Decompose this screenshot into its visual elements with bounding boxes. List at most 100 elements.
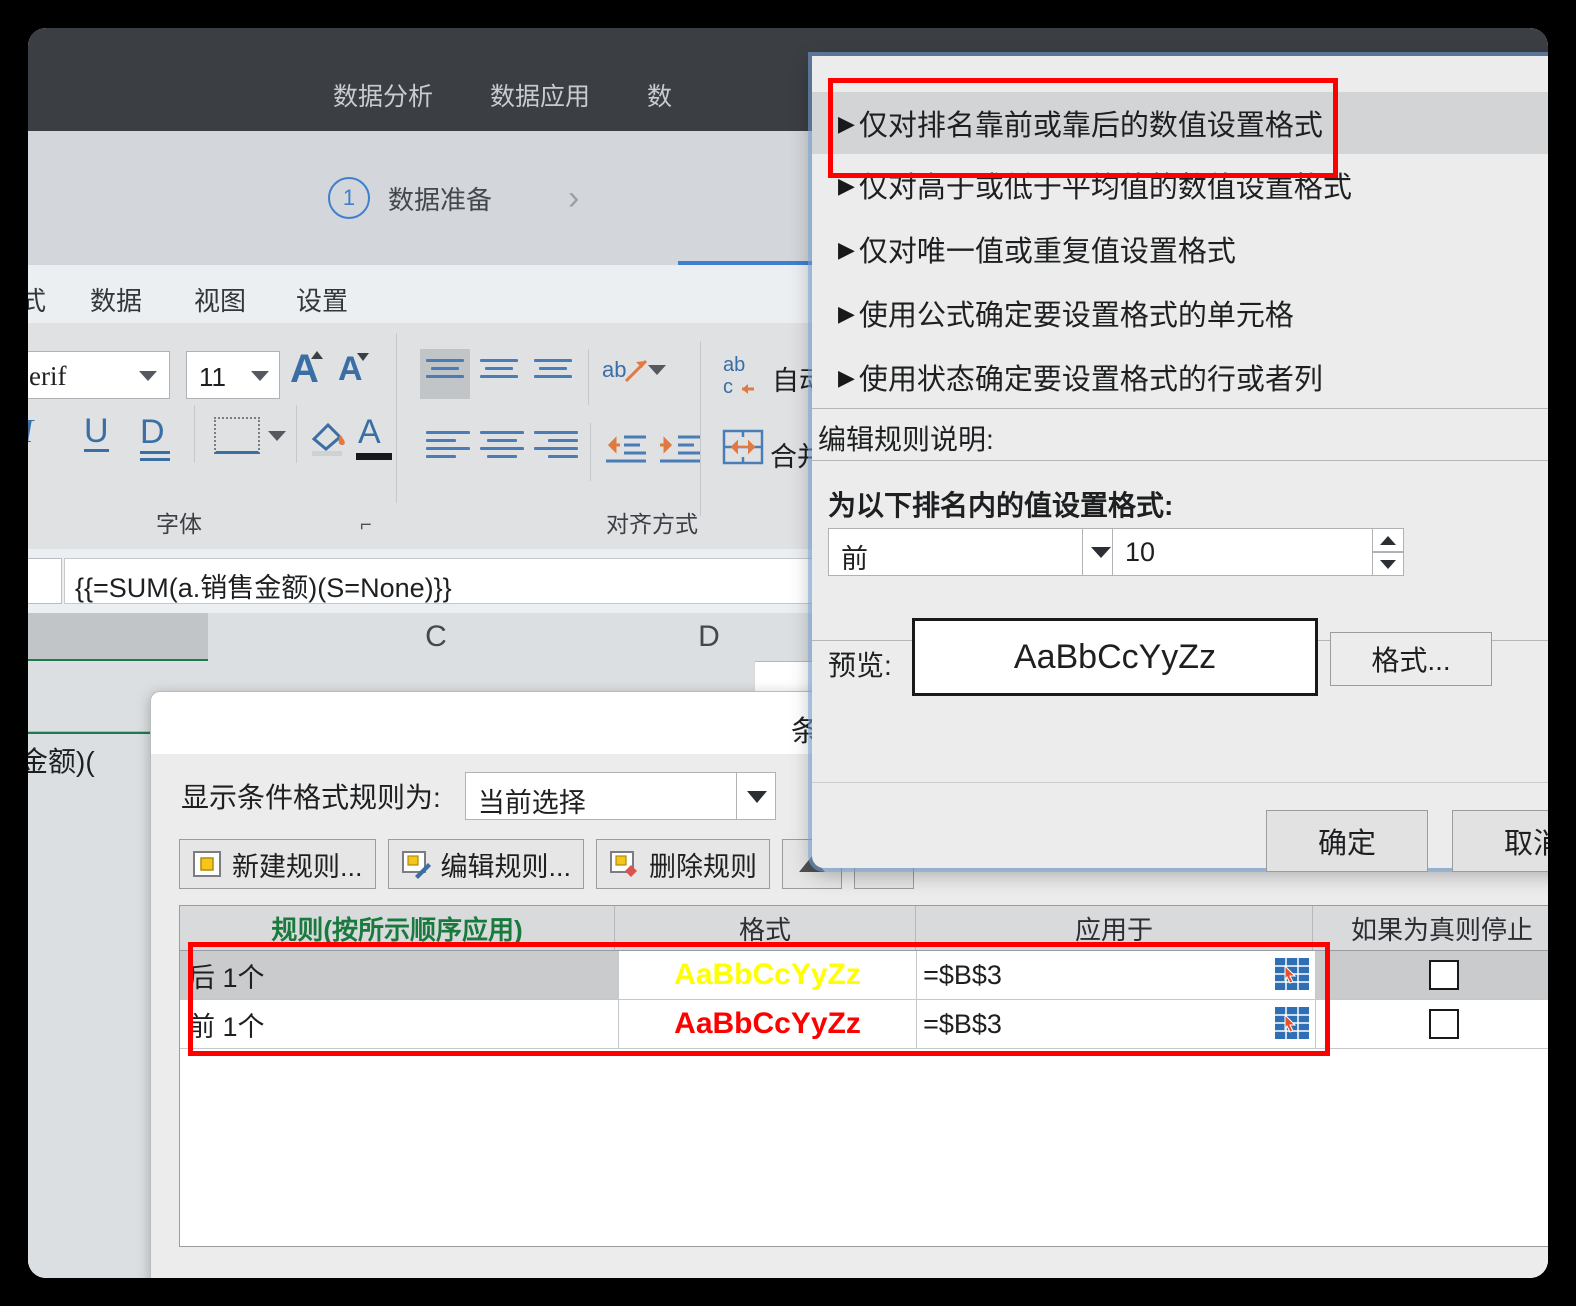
- ribbon-tab-2[interactable]: 视图: [194, 281, 246, 318]
- rule-type-label-4: 使用状态确定要设置格式的行或者列: [858, 364, 1323, 396]
- cell-rule: 前 1个: [180, 1000, 619, 1048]
- cell-stop-if-true[interactable]: [1316, 1000, 1548, 1048]
- rank-direction-select[interactable]: 前: [828, 528, 1120, 576]
- decrease-indent-icon[interactable]: [602, 431, 648, 476]
- wrap-text-icon[interactable]: ab c: [722, 351, 764, 402]
- new-rule-icon: [193, 851, 221, 877]
- merge-cells-icon[interactable]: [722, 427, 764, 472]
- italic-icon[interactable]: I: [28, 413, 33, 451]
- font-color-icon[interactable]: A: [356, 413, 392, 460]
- top-menu-list: 数据分析 数据应用 数: [333, 85, 672, 110]
- edit-formatting-rule-dialog: ▶ 仅对排名靠前或靠后的数值设置格式 ▶ 仅对高于或低于平均值的数值设置格式 ▶…: [812, 56, 1548, 872]
- column-header-C[interactable]: C: [208, 613, 665, 662]
- align-right-button[interactable]: [534, 431, 578, 471]
- ribbon-tab-3[interactable]: 设置: [296, 281, 348, 318]
- font-size-combo[interactable]: 11: [186, 351, 280, 399]
- stop-if-true-checkbox[interactable]: [1429, 1009, 1460, 1039]
- formula-value: {{=SUM(a.销售金额)(S=None)}}: [75, 573, 452, 603]
- cell-applies-to[interactable]: =$B$3: [917, 951, 1317, 999]
- header-format: 格式: [615, 906, 916, 950]
- align-group-label: 对齐方式: [606, 511, 698, 537]
- cell-applies-to[interactable]: =$B$3: [917, 1000, 1317, 1048]
- ribbon-tab-1[interactable]: 数据: [90, 281, 142, 318]
- triangle-right-icon: ▶: [838, 110, 855, 136]
- rule-type-item-3[interactable]: ▶ 使用公式确定要设置格式的单元格: [812, 282, 1548, 344]
- row-header[interactable]: [28, 1010, 159, 1069]
- cell-format-sample: AaBbCcYyZz: [618, 1000, 918, 1048]
- rank-count-spinner[interactable]: 10: [1112, 528, 1404, 576]
- triangle-right-icon: ▶: [838, 172, 855, 198]
- text-orientation-icon[interactable]: ab: [600, 351, 652, 404]
- row-header[interactable]: [28, 836, 159, 895]
- cancel-button[interactable]: 取消: [1452, 810, 1548, 872]
- format-button[interactable]: 格式...: [1330, 632, 1492, 686]
- scope-select[interactable]: 当前选择: [464, 772, 776, 820]
- rule-type-list: ▶ 仅对排名靠前或靠后的数值设置格式 ▶ 仅对高于或低于平均值的数值设置格式 ▶…: [812, 56, 1548, 406]
- row-header[interactable]: [28, 952, 159, 1011]
- increase-indent-icon[interactable]: [656, 431, 702, 476]
- font-dialog-launcher-icon[interactable]: ⌐: [360, 514, 372, 537]
- spinner-down-button[interactable]: [1372, 552, 1404, 576]
- chevron-down-icon[interactable]: [268, 431, 286, 441]
- cell-stop-if-true[interactable]: [1316, 951, 1548, 999]
- applies-to-value: =$B$3: [923, 959, 1002, 990]
- align-left-button[interactable]: [426, 431, 470, 471]
- font-name-value: erif: [29, 361, 67, 391]
- table-row[interactable]: 前 1个 AaBbCcYyZz =$B$3: [180, 1000, 1548, 1049]
- underline-icon[interactable]: U: [84, 413, 109, 452]
- delete-rule-button[interactable]: 删除规则: [596, 839, 771, 889]
- double-underline-icon[interactable]: D: [140, 413, 170, 461]
- align-top-button[interactable]: [426, 359, 470, 399]
- chevron-down-icon: [1091, 546, 1111, 558]
- font-size-value: 11: [199, 362, 226, 392]
- column-header-D[interactable]: D: [664, 613, 755, 662]
- cfmgr-scope-row: 显示条件格式规则为: 当前选择: [181, 772, 776, 820]
- rules-table: 规则(按所示顺序应用) 格式 应用于 如果为真则停止 后 1个 AaBbCcYy…: [179, 905, 1548, 1247]
- align-bottom-button[interactable]: [534, 359, 578, 399]
- edit-rule-button[interactable]: 编辑规则...: [387, 839, 585, 889]
- rule-type-item-2[interactable]: ▶ 仅对唯一值或重复值设置格式: [812, 218, 1548, 280]
- align-center-button[interactable]: [480, 431, 524, 471]
- increase-font-size-button[interactable]: A: [290, 347, 323, 392]
- row-header[interactable]: [28, 701, 159, 732]
- font-name-combo[interactable]: erif: [28, 351, 170, 399]
- top-menu-item-0[interactable]: 数据分析: [333, 85, 433, 110]
- step-item-data-prep[interactable]: 1 数据准备 ›: [328, 177, 579, 219]
- rule-type-item-0[interactable]: ▶ 仅对排名靠前或靠后的数值设置格式: [812, 92, 1548, 154]
- cfmgr-button-row: 新建规则... 编辑规则... 删除规则: [179, 839, 915, 889]
- new-rule-button[interactable]: 新建规则...: [179, 839, 376, 889]
- name-box[interactable]: [28, 558, 62, 604]
- spreadsheet-app-window: 数据分析 数据应用 数 1 数据准备 › 式 数据 视图 设置 erif 11 …: [28, 28, 1548, 1278]
- row-header[interactable]: [28, 1242, 159, 1278]
- row-header[interactable]: [28, 1184, 159, 1243]
- row-header[interactable]: [28, 1126, 159, 1185]
- ok-button[interactable]: 确定: [1266, 810, 1428, 872]
- top-menu-item-1[interactable]: 数据应用: [490, 85, 590, 110]
- cell-rule: 后 1个: [180, 951, 619, 999]
- scope-select-arrow[interactable]: [735, 772, 776, 820]
- new-rule-label: 新建规则...: [232, 851, 363, 882]
- ribbon-tab-0[interactable]: 式: [28, 281, 46, 318]
- align-middle-button[interactable]: [480, 359, 524, 399]
- screen-root: 数据分析 数据应用 数 1 数据准备 › 式 数据 视图 设置 erif 11 …: [0, 0, 1576, 1306]
- triangle-up-icon: [310, 351, 323, 359]
- rule-type-item-4[interactable]: ▶ 使用状态确定要设置格式的行或者列: [812, 346, 1548, 406]
- borders-icon[interactable]: [214, 417, 260, 454]
- row-header[interactable]: [28, 894, 159, 953]
- fill-color-icon[interactable]: [306, 413, 350, 462]
- chevron-down-icon[interactable]: [648, 365, 666, 375]
- scope-select-value: 当前选择: [477, 788, 586, 818]
- chevron-down-icon: [139, 371, 157, 381]
- row-header[interactable]: [28, 1068, 159, 1127]
- row-header[interactable]: [28, 786, 159, 837]
- rule-type-label-0: 仅对排名靠前或靠后的数值设置格式: [858, 110, 1323, 142]
- selected-cell[interactable]: 金额)(: [28, 731, 170, 789]
- format-preview-box: AaBbCcYyZz: [912, 618, 1318, 696]
- stop-if-true-checkbox[interactable]: [1429, 960, 1460, 990]
- table-row[interactable]: 后 1个 AaBbCcYyZz =$B$3: [180, 951, 1548, 1000]
- spinner-up-button[interactable]: [1372, 528, 1404, 552]
- column-header-selected[interactable]: [28, 613, 209, 662]
- top-menu-item-2[interactable]: 数: [647, 85, 672, 110]
- rule-type-item-1[interactable]: ▶ 仅对高于或低于平均值的数值设置格式: [812, 154, 1548, 216]
- decrease-font-size-button[interactable]: A: [338, 347, 369, 388]
